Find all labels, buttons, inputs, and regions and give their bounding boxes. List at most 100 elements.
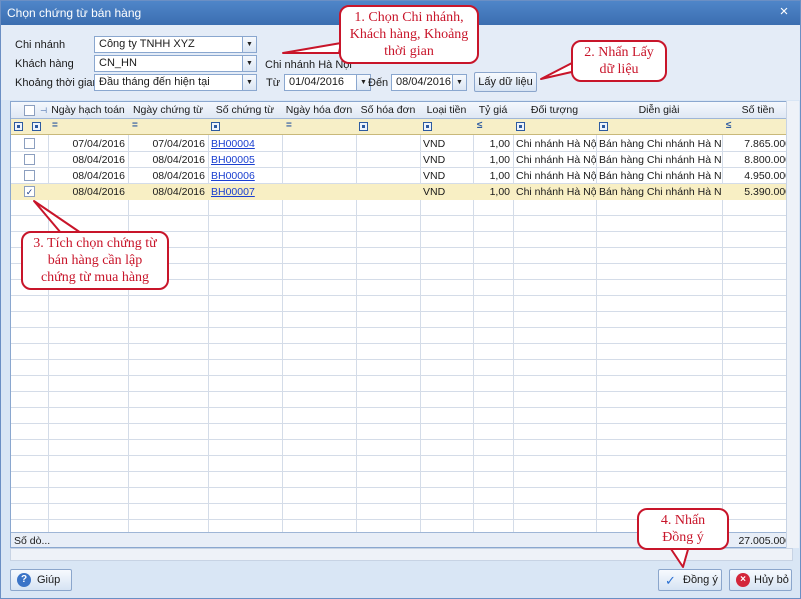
- cell-dien-giai: Bán hàng Chi nhánh Hà Nội: [599, 170, 722, 182]
- cell-ty-gia: 1,00: [489, 138, 510, 150]
- cell-doi-tuong: Chi nhánh Hà Nội: [516, 138, 596, 150]
- cell-doi-tuong: Chi nhánh Hà Nội: [516, 170, 596, 182]
- cell-ngay-hoa-don: [282, 136, 356, 152]
- filter-icon[interactable]: [599, 122, 608, 131]
- voucher-grid: ⊣ Ngày hạch toán Ngày chứng từ Số chứng …: [10, 101, 793, 548]
- col-ngay-hoa-don[interactable]: Ngày hóa đơn: [282, 102, 356, 119]
- row-checkbox[interactable]: [24, 138, 35, 149]
- filter-dien-giai[interactable]: [596, 119, 722, 135]
- col-ngay-hach-toan[interactable]: Ngày hạch toán: [48, 102, 128, 119]
- cell-so-chung-tu[interactable]: BH00005: [208, 152, 282, 168]
- cancel-icon: ×: [736, 573, 750, 587]
- filter-operator[interactable]: ≤: [726, 120, 732, 131]
- col-so-chung-tu[interactable]: Số chứng từ: [208, 102, 282, 119]
- select-all-checkbox[interactable]: [24, 105, 35, 116]
- dialog-footer: ? Giúp ✓ Đồng ý × Hủy bỏ: [1, 563, 800, 598]
- help-icon: ?: [17, 573, 31, 587]
- col-dien-giai[interactable]: Diễn giải: [596, 102, 722, 119]
- branch-combo[interactable]: Công ty TNHH XYZ ▼: [94, 36, 257, 53]
- period-combo[interactable]: Đầu tháng đến hiện tại ▼: [94, 74, 257, 91]
- cell-so-tien: 5.390.000: [744, 186, 791, 198]
- filter-ngay-hoa-don[interactable]: =: [282, 119, 356, 135]
- filter-so-chung-tu[interactable]: [208, 119, 282, 135]
- filter-icon[interactable]: [211, 122, 220, 131]
- fetch-data-button[interactable]: Lấy dữ liệu: [474, 72, 537, 92]
- cell-loai-tien: VND: [423, 154, 446, 166]
- cell-ngay-hach-toan: 08/04/2016: [72, 186, 125, 198]
- cell-ngay-hoa-don: [282, 168, 356, 184]
- filter-ngay-chung-tu[interactable]: =: [128, 119, 208, 135]
- row-checkbox[interactable]: [24, 154, 35, 165]
- chevron-down-icon[interactable]: ▼: [242, 37, 256, 52]
- cell-ngay-chung-tu: 08/04/2016: [152, 154, 205, 166]
- filter-doi-tuong[interactable]: [513, 119, 596, 135]
- col-ty-gia[interactable]: Tỷ giá: [473, 102, 513, 119]
- filter-so-hoa-don[interactable]: [356, 119, 420, 135]
- col-ngay-chung-tu[interactable]: Ngày chứng từ: [128, 102, 208, 119]
- ok-button[interactable]: ✓ Đồng ý: [658, 569, 722, 591]
- branch-value: Công ty TNHH XYZ: [99, 38, 195, 50]
- customer-combo[interactable]: CN_HN ▼: [94, 55, 257, 72]
- cell-ngay-hach-toan: 08/04/2016: [72, 154, 125, 166]
- period-label: Khoảng thời gian: [15, 77, 99, 89]
- cell-ngay-chung-tu: 07/04/2016: [152, 138, 205, 150]
- cell-ngay-chung-tu: 08/04/2016: [152, 186, 205, 198]
- chevron-down-icon[interactable]: ▼: [452, 75, 466, 90]
- period-value: Đầu tháng đến hiện tại: [99, 76, 210, 88]
- cell-so-chung-tu[interactable]: BH00004: [208, 136, 282, 152]
- filter-operator[interactable]: =: [286, 120, 292, 131]
- customer-value: CN_HN: [99, 57, 137, 69]
- table-row[interactable]: ✓ 08/04/2016 08/04/2016 BH00007 VND 1,00 Chi n…: [11, 184, 792, 200]
- cell-loai-tien: VND: [423, 138, 446, 150]
- cell-ty-gia: 1,00: [489, 154, 510, 166]
- filter-operator[interactable]: ≤: [477, 120, 483, 131]
- callout-step-1: 1. Chọn Chi nhánh, Khách hàng, Khoảng th…: [339, 5, 479, 64]
- filter-mode-icon[interactable]: [29, 119, 48, 135]
- filter-so-tien[interactable]: ≤: [722, 119, 792, 135]
- filter-icon[interactable]: [32, 122, 41, 131]
- chevron-down-icon[interactable]: ▼: [242, 56, 256, 71]
- col-loai-tien[interactable]: Loại tiền: [420, 102, 473, 119]
- summary-label: Số dò...: [14, 535, 51, 547]
- from-label: Từ: [266, 77, 281, 89]
- filter-ngay-hach-toan[interactable]: =: [48, 119, 128, 135]
- cell-ngay-hoa-don: [282, 184, 356, 200]
- from-date-picker[interactable]: 01/04/2016 ▼: [284, 74, 371, 91]
- col-doi-tuong[interactable]: Đối tượng: [513, 102, 596, 119]
- cancel-button[interactable]: × Hủy bỏ: [729, 569, 792, 591]
- to-date-picker[interactable]: 08/04/2016 ▼: [391, 74, 467, 91]
- row-checkbox[interactable]: ✓: [24, 186, 35, 197]
- filter-loai-tien[interactable]: [420, 119, 473, 135]
- cell-loai-tien: VND: [423, 186, 446, 198]
- table-row[interactable]: 07/04/2016 07/04/2016 BH00004 VND 1,00 Chi nh…: [11, 136, 792, 152]
- from-date-value: 01/04/2016: [289, 76, 345, 88]
- filter-row-icon[interactable]: [11, 119, 29, 135]
- cell-ty-gia: 1,00: [489, 186, 510, 198]
- customer-label: Khách hàng: [15, 58, 74, 70]
- callout-step-2: 2. Nhấn Lấy dữ liệu: [571, 40, 667, 82]
- filter-icon[interactable]: [516, 122, 525, 131]
- filter-icon[interactable]: [359, 122, 368, 131]
- pin-icon[interactable]: ⊣: [40, 106, 47, 115]
- close-icon[interactable]: ×: [776, 4, 792, 20]
- table-row[interactable]: 08/04/2016 08/04/2016 BH00005 VND 1,00 Chi nh…: [11, 152, 792, 168]
- chevron-down-icon[interactable]: ▼: [242, 75, 256, 90]
- callout-step-4: 4. Nhấn Đồng ý: [637, 508, 729, 550]
- help-button[interactable]: ? Giúp: [10, 569, 72, 591]
- filter-icon[interactable]: [14, 122, 23, 131]
- filter-ty-gia[interactable]: ≤: [473, 119, 513, 135]
- cell-so-hoa-don: [356, 136, 420, 152]
- filter-operator[interactable]: =: [52, 120, 58, 131]
- cell-loai-tien: VND: [423, 170, 446, 182]
- col-so-hoa-don[interactable]: Số hóa đơn: [356, 102, 420, 119]
- filter-operator[interactable]: =: [132, 120, 138, 131]
- dialog-window: Chọn chứng từ bán hàng × Chi nhánh Công …: [0, 0, 801, 599]
- cell-so-chung-tu[interactable]: BH00007: [208, 184, 282, 200]
- cell-so-chung-tu[interactable]: BH00006: [208, 168, 282, 184]
- table-row[interactable]: 08/04/2016 08/04/2016 BH00006 VND 1,00 Chi nh…: [11, 168, 792, 184]
- col-so-tien[interactable]: Số tiền: [722, 102, 792, 119]
- filter-icon[interactable]: [423, 122, 432, 131]
- vertical-scrollbar[interactable]: [786, 101, 799, 548]
- cell-dien-giai: Bán hàng Chi nhánh Hà Nội: [599, 186, 722, 198]
- row-checkbox[interactable]: [24, 170, 35, 181]
